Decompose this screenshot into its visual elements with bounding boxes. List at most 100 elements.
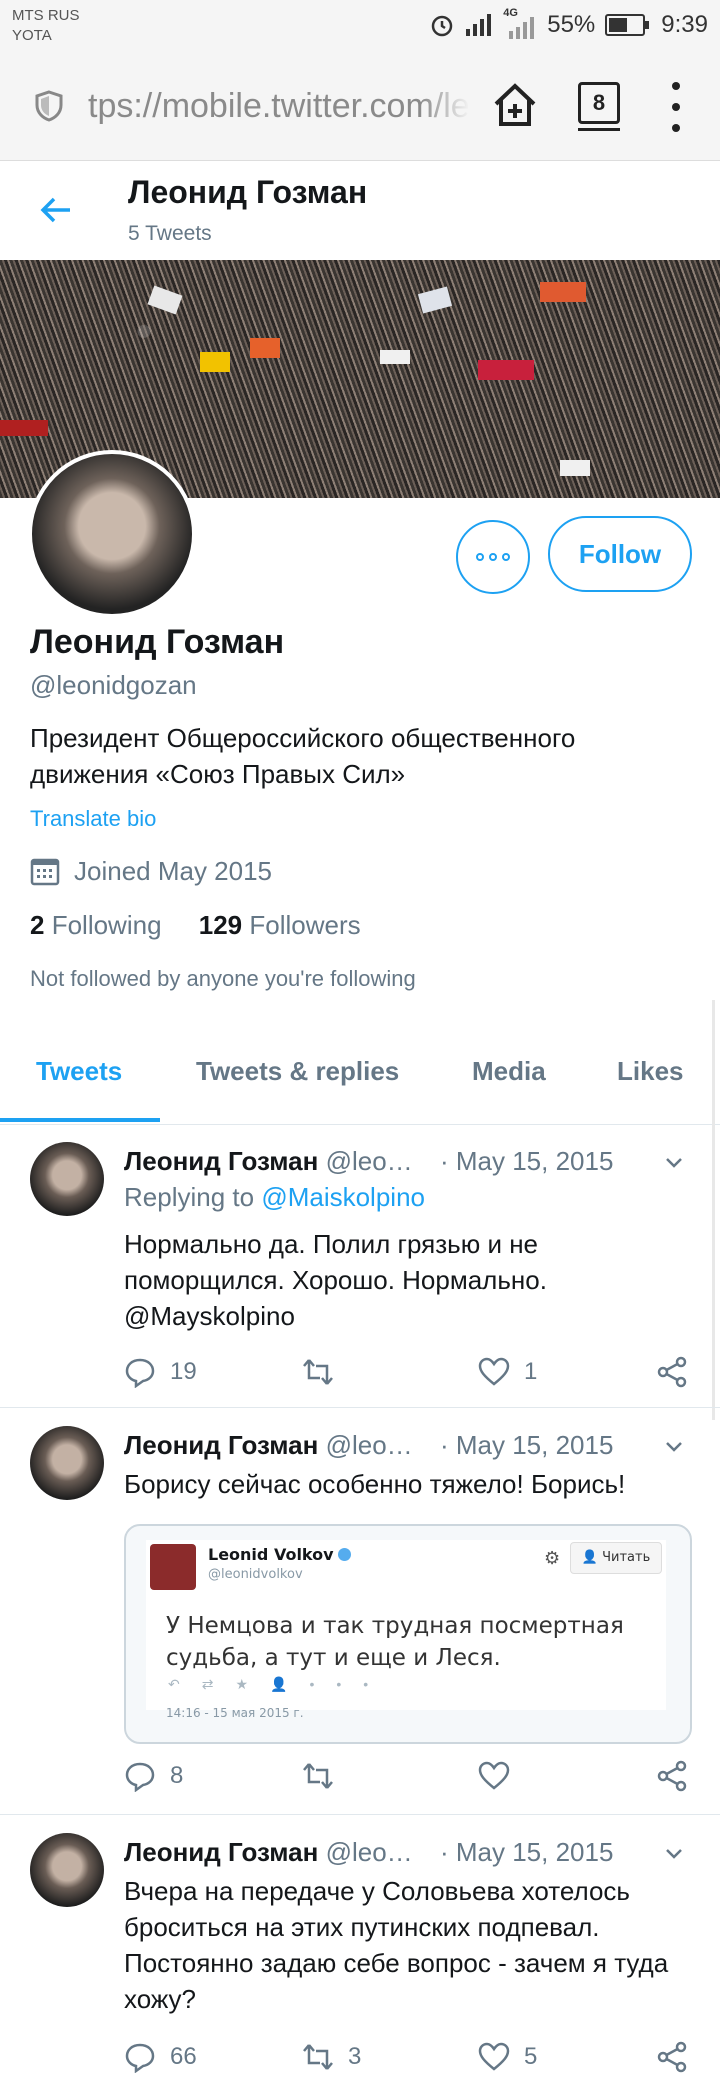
reply-icon: ↶	[168, 1676, 202, 1692]
tweet-author[interactable]: Леонид Гозман @leo…	[124, 1835, 413, 1869]
signal-4g-icon: 4G	[503, 7, 537, 39]
reply-icon	[125, 2043, 155, 2073]
reply-count: 19	[170, 1358, 197, 1385]
chevron-down-icon[interactable]	[664, 1843, 684, 1863]
tweet-author-handle: @leo…	[325, 1146, 413, 1176]
like-count: 1	[524, 1358, 538, 1385]
reply-button[interactable]: 19	[124, 1356, 197, 1388]
profile-tabs: Tweets Tweets & replies Media Likes	[0, 1020, 720, 1125]
tweet-text: Борису сейчас особенно тяжело! Борись!	[124, 1469, 626, 1499]
profile-handle: @leonidgozan	[30, 670, 197, 700]
tab-likes[interactable]: Likes	[617, 1054, 684, 1088]
tweet-author[interactable]: Леонид Гозман @leo…	[124, 1144, 413, 1178]
followers-label: Followers	[249, 910, 361, 940]
embedded-follow-button: 👤 Читать	[570, 1542, 662, 1574]
followers-count: 129	[198, 910, 243, 940]
tweet-text: Нормально да. Полил грязью и не поморщил…	[124, 1229, 547, 1331]
share-button[interactable]	[656, 1760, 688, 1792]
like-button[interactable]: 1	[478, 1356, 537, 1388]
tweet-date[interactable]: · May 15, 2015	[440, 1835, 613, 1869]
retweet-button[interactable]	[302, 1356, 348, 1388]
shield-icon[interactable]	[34, 90, 64, 122]
embedded-follow-label: Читать	[602, 1550, 651, 1565]
tweet-author-handle: @leo…	[325, 1837, 413, 1867]
follow-button[interactable]: Follow	[548, 516, 692, 592]
replying-to-link[interactable]: @Maiskolpino	[261, 1182, 425, 1212]
home-icon[interactable]	[490, 80, 540, 130]
embedded-author: Leonid Volkov	[208, 1544, 351, 1566]
following-link[interactable]: 2 Following	[30, 910, 162, 940]
verified-icon	[337, 1548, 351, 1561]
tweet-avatar[interactable]	[30, 1833, 104, 1907]
tweet-avatar[interactable]	[30, 1426, 104, 1500]
tweet[interactable]: Леонид Гозман @leo… · May 15, 2015 Борис…	[0, 1408, 720, 1815]
reply-button[interactable]: 66	[124, 2041, 197, 2073]
tweet-author-handle: @leo…	[325, 1430, 413, 1460]
star-icon: ★	[235, 1676, 271, 1692]
tweet[interactable]: Леонид Гозман @leo… · May 15, 2015 Reply…	[0, 1124, 720, 1408]
followers-link[interactable]: 129 Followers	[199, 910, 361, 940]
tweet-avatar[interactable]	[30, 1142, 104, 1216]
battery-icon	[605, 14, 650, 36]
tweet-date[interactable]: · May 15, 2015	[440, 1144, 613, 1178]
battery-percent: 55%	[547, 11, 596, 38]
embedded-author-name: Leonid Volkov	[208, 1545, 334, 1564]
reply-count: 66	[170, 2043, 197, 2070]
carrier-info: MTS RUS YOTA	[12, 6, 80, 46]
share-icon	[657, 2041, 687, 2073]
calendar-icon	[30, 858, 60, 886]
embedded-timestamp: 14:16 - 15 мая 2015 г.	[166, 1706, 304, 1720]
share-icon	[657, 1760, 687, 1792]
clock: 9:39	[661, 11, 708, 38]
more-options-button[interactable]	[456, 520, 530, 594]
browser-menu-icon[interactable]	[664, 82, 688, 132]
profile-avatar[interactable]	[28, 450, 196, 618]
tab-media[interactable]: Media	[472, 1054, 546, 1088]
url-fade	[420, 82, 470, 130]
banner-flag	[417, 286, 453, 314]
tab-tweets[interactable]: Tweets	[36, 1054, 122, 1088]
tweet-author-name: Леонид Гозман	[124, 1146, 319, 1176]
tweet-author-name: Леонид Гозман	[124, 1837, 319, 1867]
replying-prefix: Replying to	[124, 1182, 262, 1212]
heart-icon	[478, 1761, 510, 1790]
like-button[interactable]	[478, 1760, 524, 1792]
retweet-button[interactable]	[302, 1760, 348, 1792]
banner-flag	[147, 285, 183, 315]
like-button[interactable]: 5	[478, 2041, 537, 2073]
retweet-count: 3	[348, 2043, 362, 2070]
url-field[interactable]: tps://mobile.twitter.com/le	[88, 82, 468, 130]
banner-flag	[200, 352, 230, 372]
tweet[interactable]: Леонид Гозман @leo… · May 15, 2015 Вчера…	[0, 1815, 720, 2073]
banner-sign	[560, 460, 590, 476]
translate-bio-link[interactable]: Translate bio	[30, 804, 156, 834]
retweet-icon: ⇄	[201, 1676, 236, 1692]
retweet-icon	[303, 1359, 333, 1385]
tab-tweets-replies[interactable]: Tweets & replies	[196, 1054, 399, 1088]
tweet-date[interactable]: · May 15, 2015	[440, 1428, 613, 1462]
tweet-author[interactable]: Леонид Гозман @leo…	[124, 1428, 413, 1462]
header-tweet-count: 5 Tweets	[128, 222, 212, 245]
back-arrow-icon[interactable]	[38, 192, 74, 228]
follow-stats: 2 Following 129 Followers	[30, 908, 361, 942]
chevron-down-icon[interactable]	[664, 1152, 684, 1172]
carrier-name: MTS RUS	[12, 7, 80, 24]
tweet-text: Вчера на передаче у Соловьева хотелось б…	[124, 1876, 669, 2014]
banner-flag	[250, 338, 280, 358]
carrier-name-secondary: YOTA	[12, 27, 52, 44]
chevron-down-icon[interactable]	[664, 1436, 684, 1456]
browser-toolbar: tps://mobile.twitter.com/le 8	[0, 52, 720, 161]
battery-fill	[609, 18, 627, 32]
follow-icon: 👤	[270, 1676, 310, 1692]
embedded-tweet-image[interactable]: Leonid Volkov @leonidvolkov ⚙ 👤 Читать У…	[124, 1524, 692, 1744]
status-icons: 4G 55% 9:39	[429, 7, 708, 42]
tabs-count-button[interactable]: 8	[578, 82, 620, 124]
share-button[interactable]	[656, 1356, 688, 1388]
retweet-button[interactable]: 3	[302, 2041, 361, 2073]
reply-button[interactable]: 8	[124, 1760, 183, 1792]
share-icon	[657, 1356, 687, 1388]
share-button[interactable]	[656, 2041, 688, 2073]
heart-icon	[478, 1357, 510, 1386]
heart-icon	[478, 2042, 510, 2071]
joined-date: Joined May 2015	[74, 856, 273, 886]
